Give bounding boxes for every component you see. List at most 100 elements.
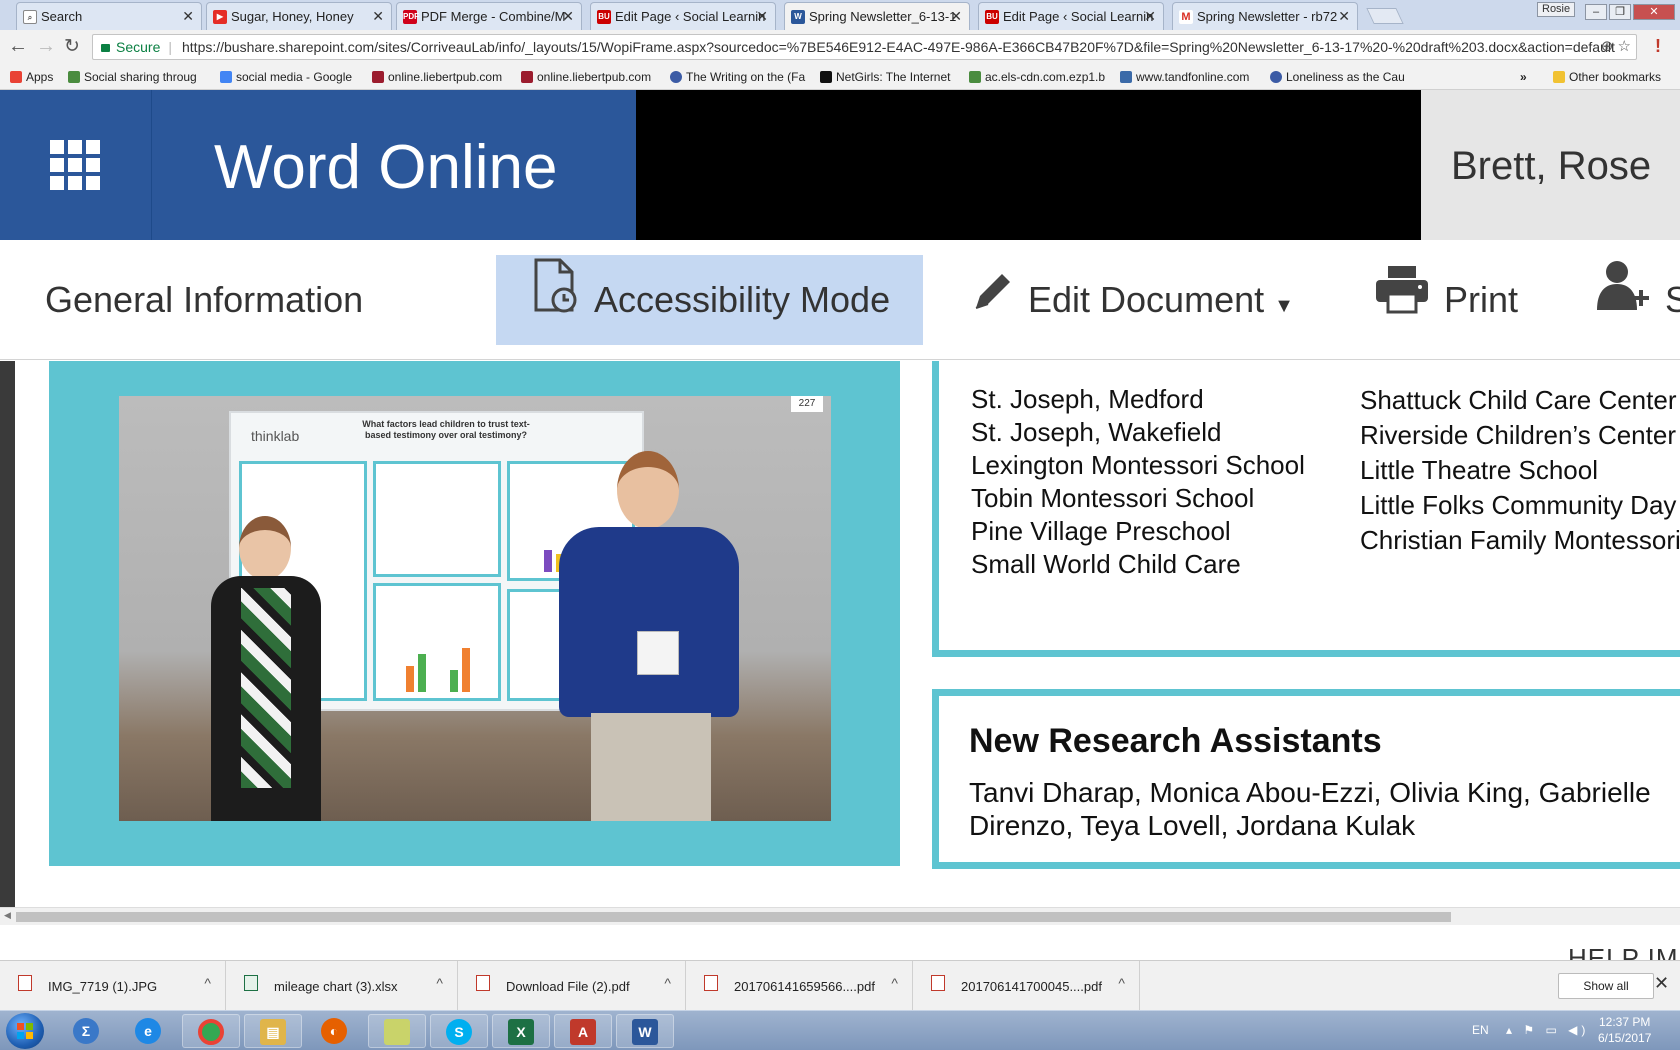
bookmark-item[interactable]: online.liebertpub.com — [521, 70, 651, 84]
bookmark-item[interactable]: online.liebertpub.com — [372, 70, 502, 84]
horizontal-scrollbar[interactable]: ◀ — [0, 907, 1680, 925]
address-bar[interactable]: Secure | https://bushare.sharepoint.com/si… — [92, 34, 1637, 60]
google-scholar-icon — [220, 71, 232, 83]
download-item[interactable]: mileage chart (3).xlsx ^ — [226, 961, 458, 1011]
download-item[interactable]: IMG_7719 (1).JPG ^ — [0, 961, 226, 1011]
taskbar-app[interactable]: Σ — [58, 1014, 116, 1048]
download-item[interactable]: Download File (2).pdf ^ — [458, 961, 686, 1011]
tab-label: Edit Page ‹ Social Learnin — [1003, 9, 1153, 24]
restore-icon[interactable]: ❐ — [1609, 4, 1631, 20]
language-indicator[interactable]: EN — [1472, 1023, 1489, 1037]
bookmark-item[interactable]: www.tandfonline.com — [1120, 70, 1249, 84]
bookmark-label: online.liebertpub.com — [537, 70, 652, 84]
bookmark-apps[interactable]: Apps — [10, 70, 53, 84]
close-icon[interactable]: ✕ — [182, 8, 194, 25]
accessibility-mode-button[interactable]: Accessibility Mode — [496, 255, 923, 345]
tab-edit-page-2[interactable]: BU Edit Page ‹ Social Learnin ✕ — [978, 2, 1164, 30]
close-icon[interactable]: ✕ — [372, 8, 384, 25]
chevron-up-icon[interactable]: ^ — [436, 975, 443, 991]
zoom-icon[interactable]: ⊕ — [1601, 38, 1614, 55]
download-filename: mileage chart (3).xlsx — [274, 979, 398, 994]
schools-column-1: St. Joseph, Medford St. Joseph, Wakefiel… — [971, 383, 1305, 581]
start-button[interactable] — [6, 1013, 44, 1049]
download-item[interactable]: 201706141659566....pdf ^ — [686, 961, 913, 1011]
calculator-icon: Σ — [73, 1018, 99, 1044]
bookmarks-overflow[interactable]: » — [1520, 70, 1527, 84]
bookmark-item[interactable]: social media - Google — [220, 70, 352, 84]
close-icon[interactable]: ✕ — [1338, 8, 1350, 25]
tab-search[interactable]: ⌕ Search ✕ — [16, 2, 202, 30]
ribbon-label: Edit Document — [1028, 279, 1265, 320]
apps-icon — [10, 71, 22, 83]
bookmark-label: online.liebertpub.com — [388, 70, 503, 84]
close-icon[interactable]: ✕ — [562, 8, 574, 25]
bookmark-item[interactable]: NetGirls: The Internet — [820, 70, 951, 84]
tray-icons[interactable]: ▴ ⚑ ▭ ◀) — [1506, 1023, 1589, 1037]
app-launcher[interactable] — [0, 90, 152, 240]
bookmark-item[interactable]: ac.els-cdn.com.ezp1.b — [969, 70, 1105, 84]
star-icon[interactable]: ☆ — [1618, 38, 1631, 55]
tab-label: Spring Newsletter_6-13-1 — [809, 9, 957, 24]
ribbon-label: Accessibility Mode — [594, 279, 891, 320]
close-icon[interactable]: ✕ — [1144, 8, 1156, 25]
close-icon[interactable]: ✕ — [950, 8, 962, 25]
chrome-menu-icon[interactable]: ! — [1655, 36, 1661, 57]
image-file-icon — [18, 975, 32, 991]
chevron-up-icon[interactable]: ^ — [664, 975, 671, 991]
youtube-icon: ▶ — [213, 10, 227, 24]
tab-edit-page[interactable]: BU Edit Page ‹ Social Learnin ✕ — [590, 2, 776, 30]
poster-bar — [450, 670, 458, 692]
chevron-up-icon[interactable]: ^ — [1118, 975, 1125, 991]
poster-panel — [373, 461, 501, 577]
poster-bar — [418, 654, 426, 692]
scroll-left-icon[interactable]: ◀ — [4, 910, 11, 921]
school-item: Small World Child Care — [971, 549, 1241, 579]
tab-youtube[interactable]: ▶ Sugar, Honey, Honey ✕ — [206, 2, 392, 30]
profile-button[interactable]: Rosie — [1537, 2, 1576, 17]
share-button[interactable]: S — [1595, 255, 1680, 345]
bookmark-item[interactable]: The Writing on the (Fa — [670, 70, 805, 84]
scrollbar-thumb[interactable] — [16, 912, 1451, 922]
reload-icon[interactable]: ↻ — [64, 35, 80, 58]
general-information-button[interactable]: General Information — [45, 255, 363, 345]
school-item: St. Joseph, Medford — [971, 384, 1204, 414]
brand-area[interactable]: Word Online — [152, 90, 636, 240]
taskbar-app[interactable]: W — [616, 1014, 674, 1048]
system-clock[interactable]: 12:37 PM 6/15/2017 — [1598, 1014, 1651, 1046]
bookmark-item[interactable]: Loneliness as the Cau — [1270, 70, 1405, 84]
tab-pdf-merge[interactable]: PDF PDF Merge - Combine/M ✕ — [396, 2, 582, 30]
taskbar-app[interactable] — [368, 1014, 426, 1048]
taskbar-app[interactable]: ◐ — [306, 1014, 364, 1048]
person-left — [199, 516, 329, 821]
minimize-icon[interactable]: – — [1585, 4, 1607, 20]
taskbar-app[interactable]: A — [554, 1014, 612, 1048]
taskbar-app[interactable]: S — [430, 1014, 488, 1048]
edit-document-button[interactable]: Edit Document ▼ — [970, 255, 1294, 345]
print-button[interactable]: Print — [1374, 255, 1518, 345]
forward-arrow-icon[interactable]: → — [36, 35, 56, 58]
tab-spring-newsletter[interactable]: W Spring Newsletter_6-13-1 ✕ — [784, 2, 970, 31]
school-item: Lexington Montessori School — [971, 450, 1305, 480]
bookmark-item[interactable]: Social sharing throug — [68, 70, 197, 84]
tab-gmail[interactable]: M Spring Newsletter - rb72 ✕ — [1172, 2, 1358, 30]
liebert-icon — [521, 71, 533, 83]
new-tab-button[interactable] — [1366, 8, 1404, 24]
taskbar-app[interactable]: e — [120, 1014, 178, 1048]
window-controls: – ❐ ✕ — [1585, 2, 1677, 20]
chevron-up-icon[interactable]: ^ — [204, 975, 211, 991]
taskbar-app[interactable]: ▤ — [244, 1014, 302, 1048]
window-close-icon[interactable]: ✕ — [1633, 4, 1675, 20]
chevron-up-icon[interactable]: ^ — [891, 975, 898, 991]
taskbar-app[interactable] — [182, 1014, 240, 1048]
acrobat-icon: A — [570, 1019, 596, 1045]
ebsco-icon — [1270, 71, 1282, 83]
close-icon[interactable]: ✕ — [756, 8, 768, 25]
person-head — [239, 516, 291, 580]
show-all-downloads-button[interactable]: Show all — [1558, 973, 1654, 999]
taskbar-app[interactable]: X — [492, 1014, 550, 1048]
other-bookmarks[interactable]: Other bookmarks — [1553, 70, 1661, 84]
close-icon[interactable]: ✕ — [1654, 973, 1669, 994]
user-account[interactable]: Brett, Rose — [1421, 90, 1680, 240]
back-arrow-icon[interactable]: ← — [8, 35, 28, 58]
download-item[interactable]: 201706141700045....pdf ^ — [913, 961, 1140, 1011]
